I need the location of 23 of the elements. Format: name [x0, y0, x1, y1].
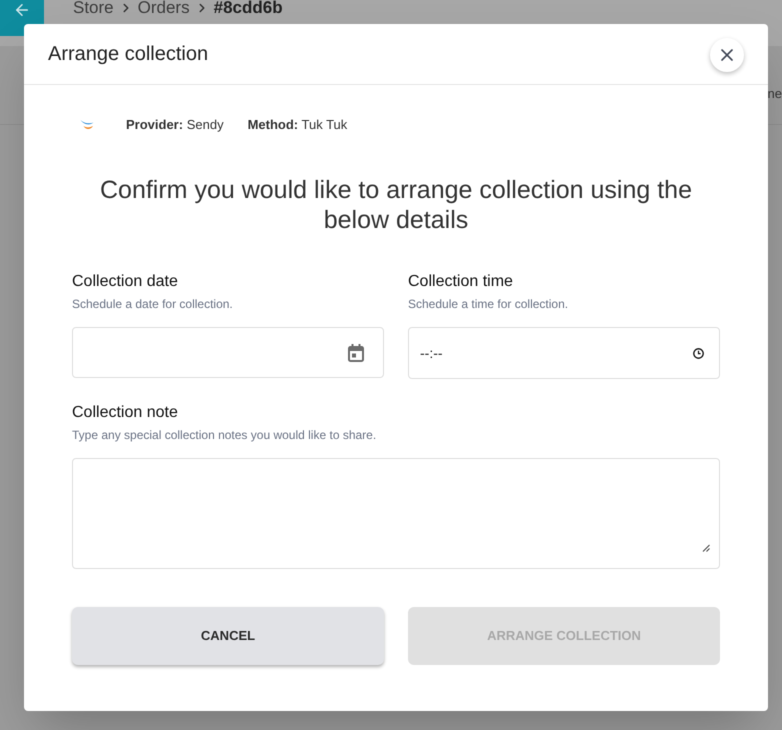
background-text: ne	[768, 85, 782, 103]
clock-icon[interactable]	[693, 348, 704, 358]
breadcrumb-link[interactable]: Orders	[138, 0, 190, 16]
field-label: Collection time	[408, 272, 514, 292]
close-button[interactable]	[710, 38, 744, 72]
field-hint: Type any special collection notes you would like to share.	[72, 427, 378, 443]
cancel-button[interactable]: CANCEL	[72, 607, 384, 665]
calendar-icon[interactable]	[348, 344, 364, 362]
note-field[interactable]	[72, 458, 720, 569]
field-hint: Schedule a time for collection.	[408, 296, 570, 312]
dialog-heading: Confirm you would like to arrange collection using the below details	[99, 175, 693, 235]
field-hint: Schedule a date for collection.	[72, 296, 234, 312]
breadcrumb-link[interactable]: #8cdd6b	[214, 0, 283, 16]
provider-text: Provider: Sendy	[126, 116, 224, 134]
logo-icon	[80, 119, 94, 131]
dialog-title: Arrange collection	[48, 42, 208, 66]
resize-handle-icon[interactable]	[702, 544, 710, 552]
date-field[interactable]	[72, 327, 384, 378]
breadcrumb-link[interactable]: Store	[73, 0, 114, 16]
method-text: Method: Tuk Tuk	[248, 116, 348, 134]
time-field[interactable]: --:--	[408, 327, 720, 379]
field-label: Collection date	[72, 272, 179, 292]
field-label: Collection note	[72, 403, 179, 423]
